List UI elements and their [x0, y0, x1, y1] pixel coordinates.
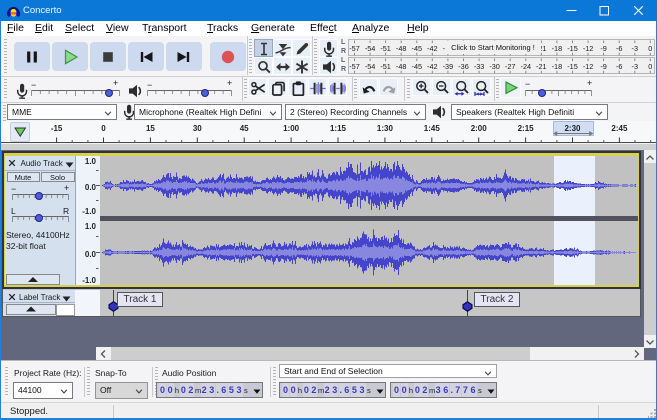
svg-text:-51: -51 — [380, 62, 391, 71]
svg-text:-27: -27 — [505, 62, 516, 71]
svg-text:-45: -45 — [412, 44, 423, 53]
svg-text:45: 45 — [240, 124, 249, 133]
svg-text:-3: -3 — [632, 44, 639, 53]
svg-text:2:45: 2:45 — [611, 124, 628, 133]
svg-text:-48: -48 — [396, 44, 407, 53]
svg-text:-18: -18 — [552, 44, 563, 53]
svg-text:2:15: 2:15 — [518, 124, 535, 133]
svg-text:-18: -18 — [552, 62, 563, 71]
svg-text:-9: -9 — [600, 44, 607, 53]
svg-text:-6: -6 — [616, 62, 623, 71]
svg-text:-12: -12 — [583, 62, 594, 71]
svg-text:-36: -36 — [458, 62, 469, 71]
svg-text:-51: -51 — [380, 44, 391, 53]
svg-text:-3: -3 — [632, 62, 639, 71]
svg-text:15: 15 — [146, 124, 155, 133]
svg-text:-42: -42 — [427, 62, 438, 71]
svg-text:-48: -48 — [396, 62, 407, 71]
svg-text:-57: -57 — [349, 44, 360, 53]
svg-text:1:15: 1:15 — [330, 124, 347, 133]
svg-text:-57: -57 — [349, 62, 360, 71]
svg-text:-33: -33 — [474, 62, 485, 71]
svg-text:-9: -9 — [600, 62, 607, 71]
svg-text:-54: -54 — [365, 44, 376, 53]
svg-text:1:45: 1:45 — [424, 124, 441, 133]
svg-text:-30: -30 — [489, 62, 500, 71]
svg-text:30: 30 — [193, 124, 202, 133]
svg-text:2:30: 2:30 — [564, 124, 581, 133]
svg-text:1:00: 1:00 — [283, 124, 300, 133]
svg-text:0: 0 — [648, 62, 652, 71]
svg-text:-39: -39 — [443, 62, 454, 71]
svg-text:0: 0 — [648, 44, 652, 53]
svg-text:-21: -21 — [536, 62, 547, 71]
svg-text:-15: -15 — [567, 44, 578, 53]
svg-text:-15: -15 — [567, 62, 578, 71]
svg-text:-6: -6 — [616, 44, 623, 53]
svg-text:2:00: 2:00 — [471, 124, 488, 133]
svg-text:1:30: 1:30 — [377, 124, 394, 133]
svg-text:-15: -15 — [51, 124, 63, 133]
svg-text:-42: -42 — [427, 44, 438, 53]
svg-text:-12: -12 — [583, 44, 594, 53]
svg-text:-54: -54 — [365, 62, 376, 71]
svg-text:-45: -45 — [412, 62, 423, 71]
svg-text:0: 0 — [101, 124, 106, 133]
svg-text:-24: -24 — [521, 62, 532, 71]
